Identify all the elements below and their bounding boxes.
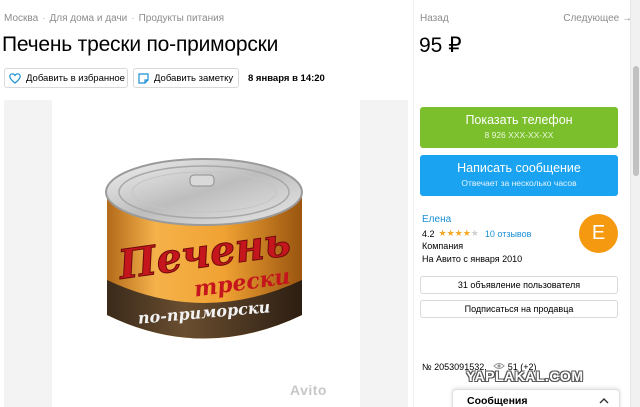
show-phone-label: Показать телефон [465,113,573,127]
reviews-link[interactable]: 10 отзывов [485,229,532,239]
canned-cod-liver-image: Печень трески по-приморски [105,158,303,339]
add-note-label: Добавить заметку [154,72,234,84]
breadcrumb-item-category[interactable]: Для дома и дачи [49,13,127,24]
page-scrollbar[interactable] [630,0,640,407]
photo-gallery[interactable]: Печень трески по-приморски [4,100,408,407]
breadcrumb-item-city[interactable]: Москва [4,13,38,24]
subscribe-seller-button[interactable]: Подписаться на продавца [420,300,618,318]
seller-rating: 4.2 ★★★★★ 10 отзывов [422,228,531,239]
chevron-up-icon [599,395,609,407]
write-message-button[interactable]: Написать сообщение Отвечает за несколько… [420,155,618,196]
breadcrumb-item-subcategory[interactable]: Продукты питания [139,13,225,24]
show-phone-button[interactable]: Показать телефон 8 926 XXX-XX-XX [420,107,618,148]
breadcrumb-separator: · [131,13,135,24]
avatar-letter: E [591,222,606,244]
rating-value: 4.2 [422,228,435,239]
user-ads-button[interactable]: 31 объявление пользователя [420,276,618,294]
write-message-label: Написать сообщение [457,161,581,175]
column-divider [413,0,414,407]
site-watermark: YAPLAKAL.COM [466,368,584,384]
product-photo[interactable]: Печень трески по-приморски [52,100,360,407]
seller-type: Компания [422,241,464,251]
scrollbar-thumb[interactable] [633,66,639,176]
rating-stars-icon: ★★★★★ [438,228,479,238]
seller-name-link[interactable]: Елена [422,214,451,225]
breadcrumb: Москва · Для дома и дачи · Продукты питания [4,13,224,24]
price: 95 ₽ [419,34,462,57]
messages-label: Сообщения [467,394,528,407]
avatar[interactable]: E [579,214,618,253]
note-icon [138,72,149,84]
heart-icon [9,72,21,84]
avito-watermark: Avito [290,382,327,398]
nav-prev-link[interactable]: Назад [420,13,449,24]
response-time: Отвечает за несколько часов [461,178,577,188]
phone-number: 8 926 XXX-XX-XX [484,130,554,140]
seller-since: На Авито с января 2010 [422,254,523,264]
add-note-button[interactable]: Добавить заметку [133,68,239,88]
publish-date: 8 января в 14:20 [248,73,325,84]
add-favorite-label: Добавить в избранное [26,72,125,84]
nav-next-link[interactable]: Следующее → [563,13,632,24]
messages-panel-toggle[interactable]: Сообщения [452,389,620,407]
add-favorite-button[interactable]: Добавить в избранное [4,68,128,88]
breadcrumb-separator: · [42,13,46,24]
page-title: Печень трески по-приморски [2,33,279,56]
